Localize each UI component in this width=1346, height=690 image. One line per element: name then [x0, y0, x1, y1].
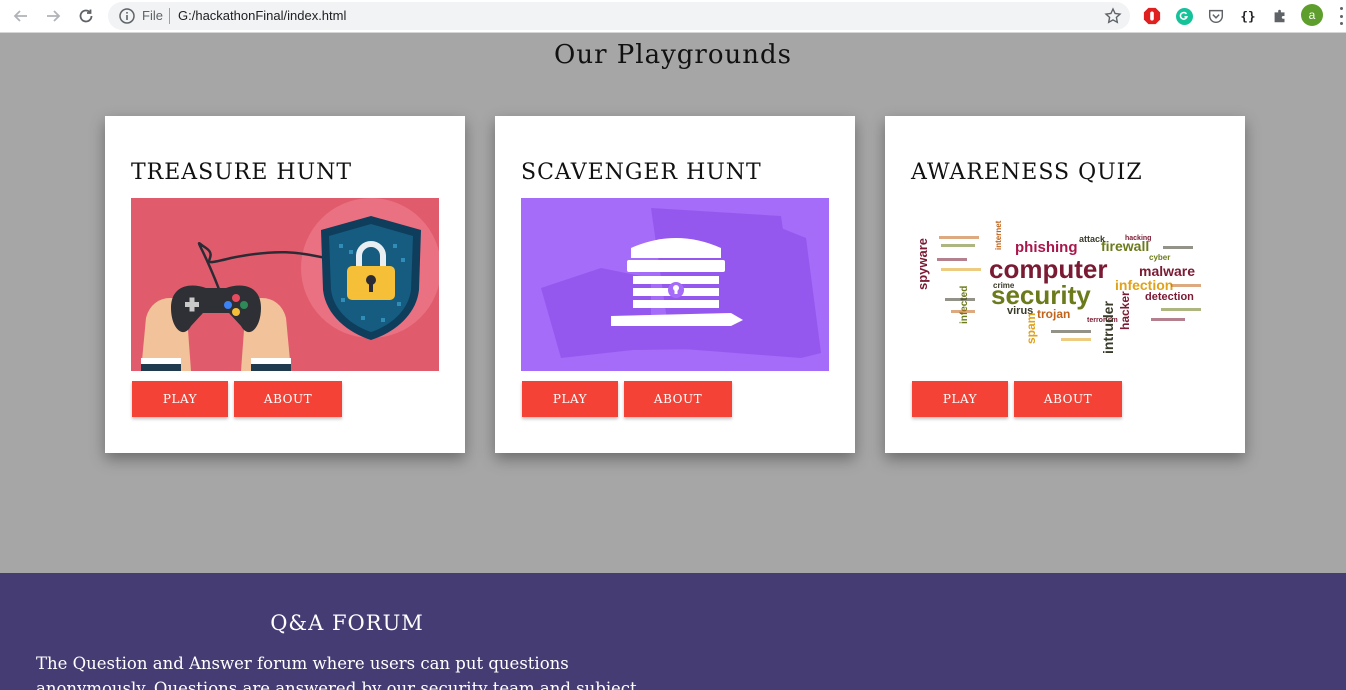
word-cloud-word: hacking: [1125, 235, 1151, 242]
about-button[interactable]: ABOUT: [234, 381, 342, 417]
page-title: Our Playgrounds: [554, 40, 792, 70]
word-cloud-word: infected: [959, 286, 970, 324]
svg-text:{}: {}: [1240, 9, 1255, 24]
card-awareness-quiz: AWARENESS QUIZ phishing firewall compute…: [885, 116, 1245, 453]
about-button[interactable]: ABOUT: [624, 381, 732, 417]
pocket-extension-button[interactable]: [1205, 5, 1227, 27]
info-icon[interactable]: [118, 7, 136, 25]
word-cloud-word: attack: [1079, 234, 1106, 244]
json-viewer-extension-button[interactable]: {}: [1237, 5, 1259, 27]
word-cloud-word: detection: [1145, 291, 1194, 303]
play-button[interactable]: PLAY: [132, 381, 228, 417]
card-scavenger-hunt: SCAVENGER HUNT PLAY ABOUT: [495, 116, 855, 453]
card-treasure-hunt: TREASURE HUNT PLAY ABOUT: [105, 116, 465, 453]
card-title: SCAVENGER HUNT: [521, 160, 762, 185]
back-arrow-icon: [13, 10, 27, 22]
profile-avatar[interactable]: a: [1301, 4, 1323, 26]
card-title: TREASURE HUNT: [131, 160, 353, 185]
play-button[interactable]: PLAY: [912, 381, 1008, 417]
bookmark-star-icon[interactable]: [1104, 7, 1122, 25]
about-button[interactable]: ABOUT: [1014, 381, 1122, 417]
word-cloud-word: crime: [993, 281, 1015, 290]
treasure-chest-illustration: [521, 198, 829, 371]
word-cloud-word: spam: [1024, 313, 1038, 344]
play-button[interactable]: PLAY: [522, 381, 618, 417]
pocket-icon: [1208, 9, 1224, 24]
browser-toolbar: File G:/hackathonFinal/index.html {} a: [0, 0, 1346, 33]
browser-menu-icon[interactable]: [1338, 7, 1344, 25]
reload-button[interactable]: [74, 4, 98, 28]
grammarly-extension-button[interactable]: [1173, 5, 1195, 27]
extensions-button[interactable]: [1269, 5, 1291, 27]
word-cloud-word: spyware: [915, 238, 930, 290]
forward-button[interactable]: [41, 4, 65, 28]
forum-title: Q&A FORUM: [270, 611, 424, 635]
adblock-icon: [1143, 7, 1161, 25]
forum-description: The Question and Answer forum where user…: [36, 654, 637, 690]
address-divider: [169, 8, 170, 24]
word-cloud-word: cyber: [1149, 253, 1170, 262]
forward-arrow-icon: [47, 10, 61, 22]
word-cloud-word: internet: [994, 220, 1003, 250]
word-cloud-word: hacker: [1118, 291, 1132, 330]
address-bar[interactable]: File G:/hackathonFinal/index.html: [108, 2, 1130, 30]
word-cloud-word: trojan: [1037, 307, 1070, 321]
json-viewer-icon: {}: [1240, 9, 1255, 24]
back-button[interactable]: [9, 4, 33, 28]
card-title: AWARENESS QUIZ: [911, 160, 1143, 185]
url-text[interactable]: G:/hackathonFinal/index.html: [178, 8, 346, 23]
qa-forum-section: Q&A FORUM The Question and Answer forum …: [0, 573, 1346, 690]
gamepad-shield-lock-illustration: [131, 198, 439, 371]
security-word-cloud: phishing firewall computer malware secur…: [911, 198, 1219, 371]
file-scheme-label: File: [142, 8, 163, 23]
grammarly-icon: [1175, 7, 1193, 25]
extensions-puzzle-icon: [1274, 9, 1285, 23]
reload-icon: [79, 9, 93, 23]
adblock-extension-button[interactable]: [1141, 5, 1163, 27]
word-cloud-word: intruder: [1100, 301, 1116, 354]
